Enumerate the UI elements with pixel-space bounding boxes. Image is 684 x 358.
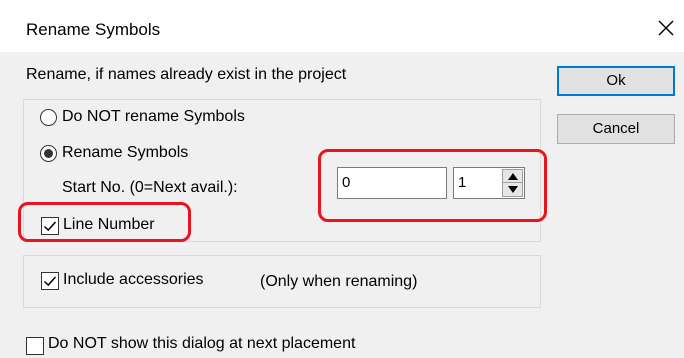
start-no-highlight xyxy=(318,149,547,222)
do-not-rename-label[interactable]: Do NOT rename Symbols xyxy=(62,108,245,126)
include-accessories-label[interactable]: Include accessories xyxy=(63,271,204,289)
close-icon[interactable] xyxy=(656,18,676,38)
cancel-button[interactable]: Cancel xyxy=(557,114,675,144)
dialog-body: Rename, if names already exist in the pr… xyxy=(0,52,684,358)
rename-symbols-label[interactable]: Rename Symbols xyxy=(62,144,188,162)
accessories-note: (Only when renaming) xyxy=(260,273,418,290)
rename-symbols-dialog: Rename Symbols Rename, if names already … xyxy=(0,0,684,358)
ok-button[interactable]: Ok xyxy=(557,66,675,96)
do-not-rename-radio[interactable] xyxy=(40,109,57,126)
title-bar: Rename Symbols xyxy=(0,0,684,52)
do-not-show-label[interactable]: Do NOT show this dialog at next placemen… xyxy=(48,335,355,353)
include-accessories-checkbox[interactable] xyxy=(41,272,59,290)
rename-symbols-radio[interactable] xyxy=(40,145,57,162)
start-no-label: Start No. (0=Next avail.): xyxy=(62,179,238,196)
rename-header-label: Rename, if names already exist in the pr… xyxy=(26,66,347,83)
dialog-title: Rename Symbols xyxy=(26,20,161,39)
checkmark-icon xyxy=(43,276,57,287)
do-not-show-checkbox[interactable] xyxy=(26,337,44,355)
line-number-highlight xyxy=(18,202,191,242)
